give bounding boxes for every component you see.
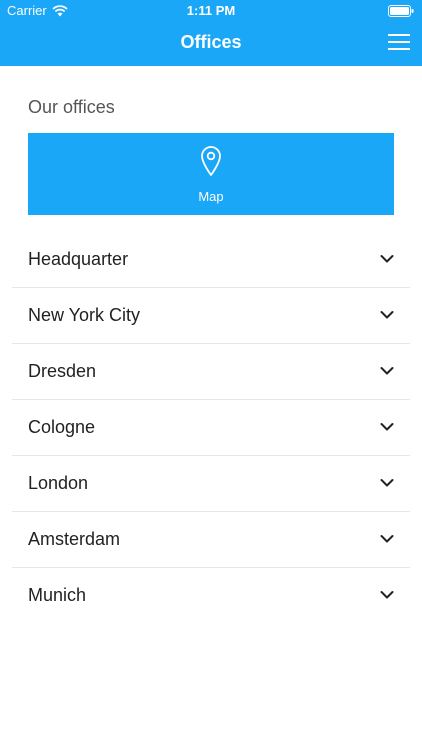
- chevron-down-icon: [380, 591, 394, 599]
- office-name: New York City: [28, 305, 141, 325]
- battery-icon: [388, 5, 414, 17]
- chevron-down-icon: [380, 255, 394, 263]
- section-title: Our offices: [28, 97, 115, 117]
- chevron-down-icon: [380, 423, 394, 431]
- office-item-cologne[interactable]: Cologne: [12, 400, 410, 456]
- office-item-dresden[interactable]: Dresden: [12, 344, 410, 400]
- office-item-munich[interactable]: Munich: [12, 568, 410, 623]
- status-bar: Carrier 1:11 PM: [0, 0, 422, 22]
- map-button[interactable]: Map: [28, 133, 394, 215]
- header-bar: Carrier 1:11 PM Offices: [0, 0, 422, 66]
- office-name: Dresden: [28, 361, 97, 381]
- office-name: Amsterdam: [28, 529, 121, 549]
- chevron-down-icon: [380, 311, 394, 319]
- office-item-new-york-city[interactable]: New York City: [12, 288, 410, 344]
- office-name: Munich: [28, 585, 87, 605]
- map-button-label: Map: [198, 189, 224, 204]
- office-name: Headquarter: [28, 249, 129, 269]
- office-name: London: [28, 473, 89, 493]
- chevron-down-icon: [380, 535, 394, 543]
- office-name: Cologne: [28, 417, 96, 437]
- office-list: Headquarter New York City Dresden Cologn…: [12, 232, 410, 623]
- status-time: 1:11 PM: [186, 3, 236, 18]
- office-item-amsterdam[interactable]: Amsterdam: [12, 512, 410, 568]
- office-item-london[interactable]: London: [12, 456, 410, 512]
- app-root: Carrier 1:11 PM Offices Our offices Map …: [0, 0, 422, 750]
- hamburger-menu-icon[interactable]: [388, 33, 410, 51]
- map-pin-icon: [201, 146, 221, 176]
- chevron-down-icon: [380, 367, 394, 375]
- page-title: Offices: [180, 32, 242, 52]
- chevron-down-icon: [380, 479, 394, 487]
- office-item-headquarter[interactable]: Headquarter: [12, 232, 410, 288]
